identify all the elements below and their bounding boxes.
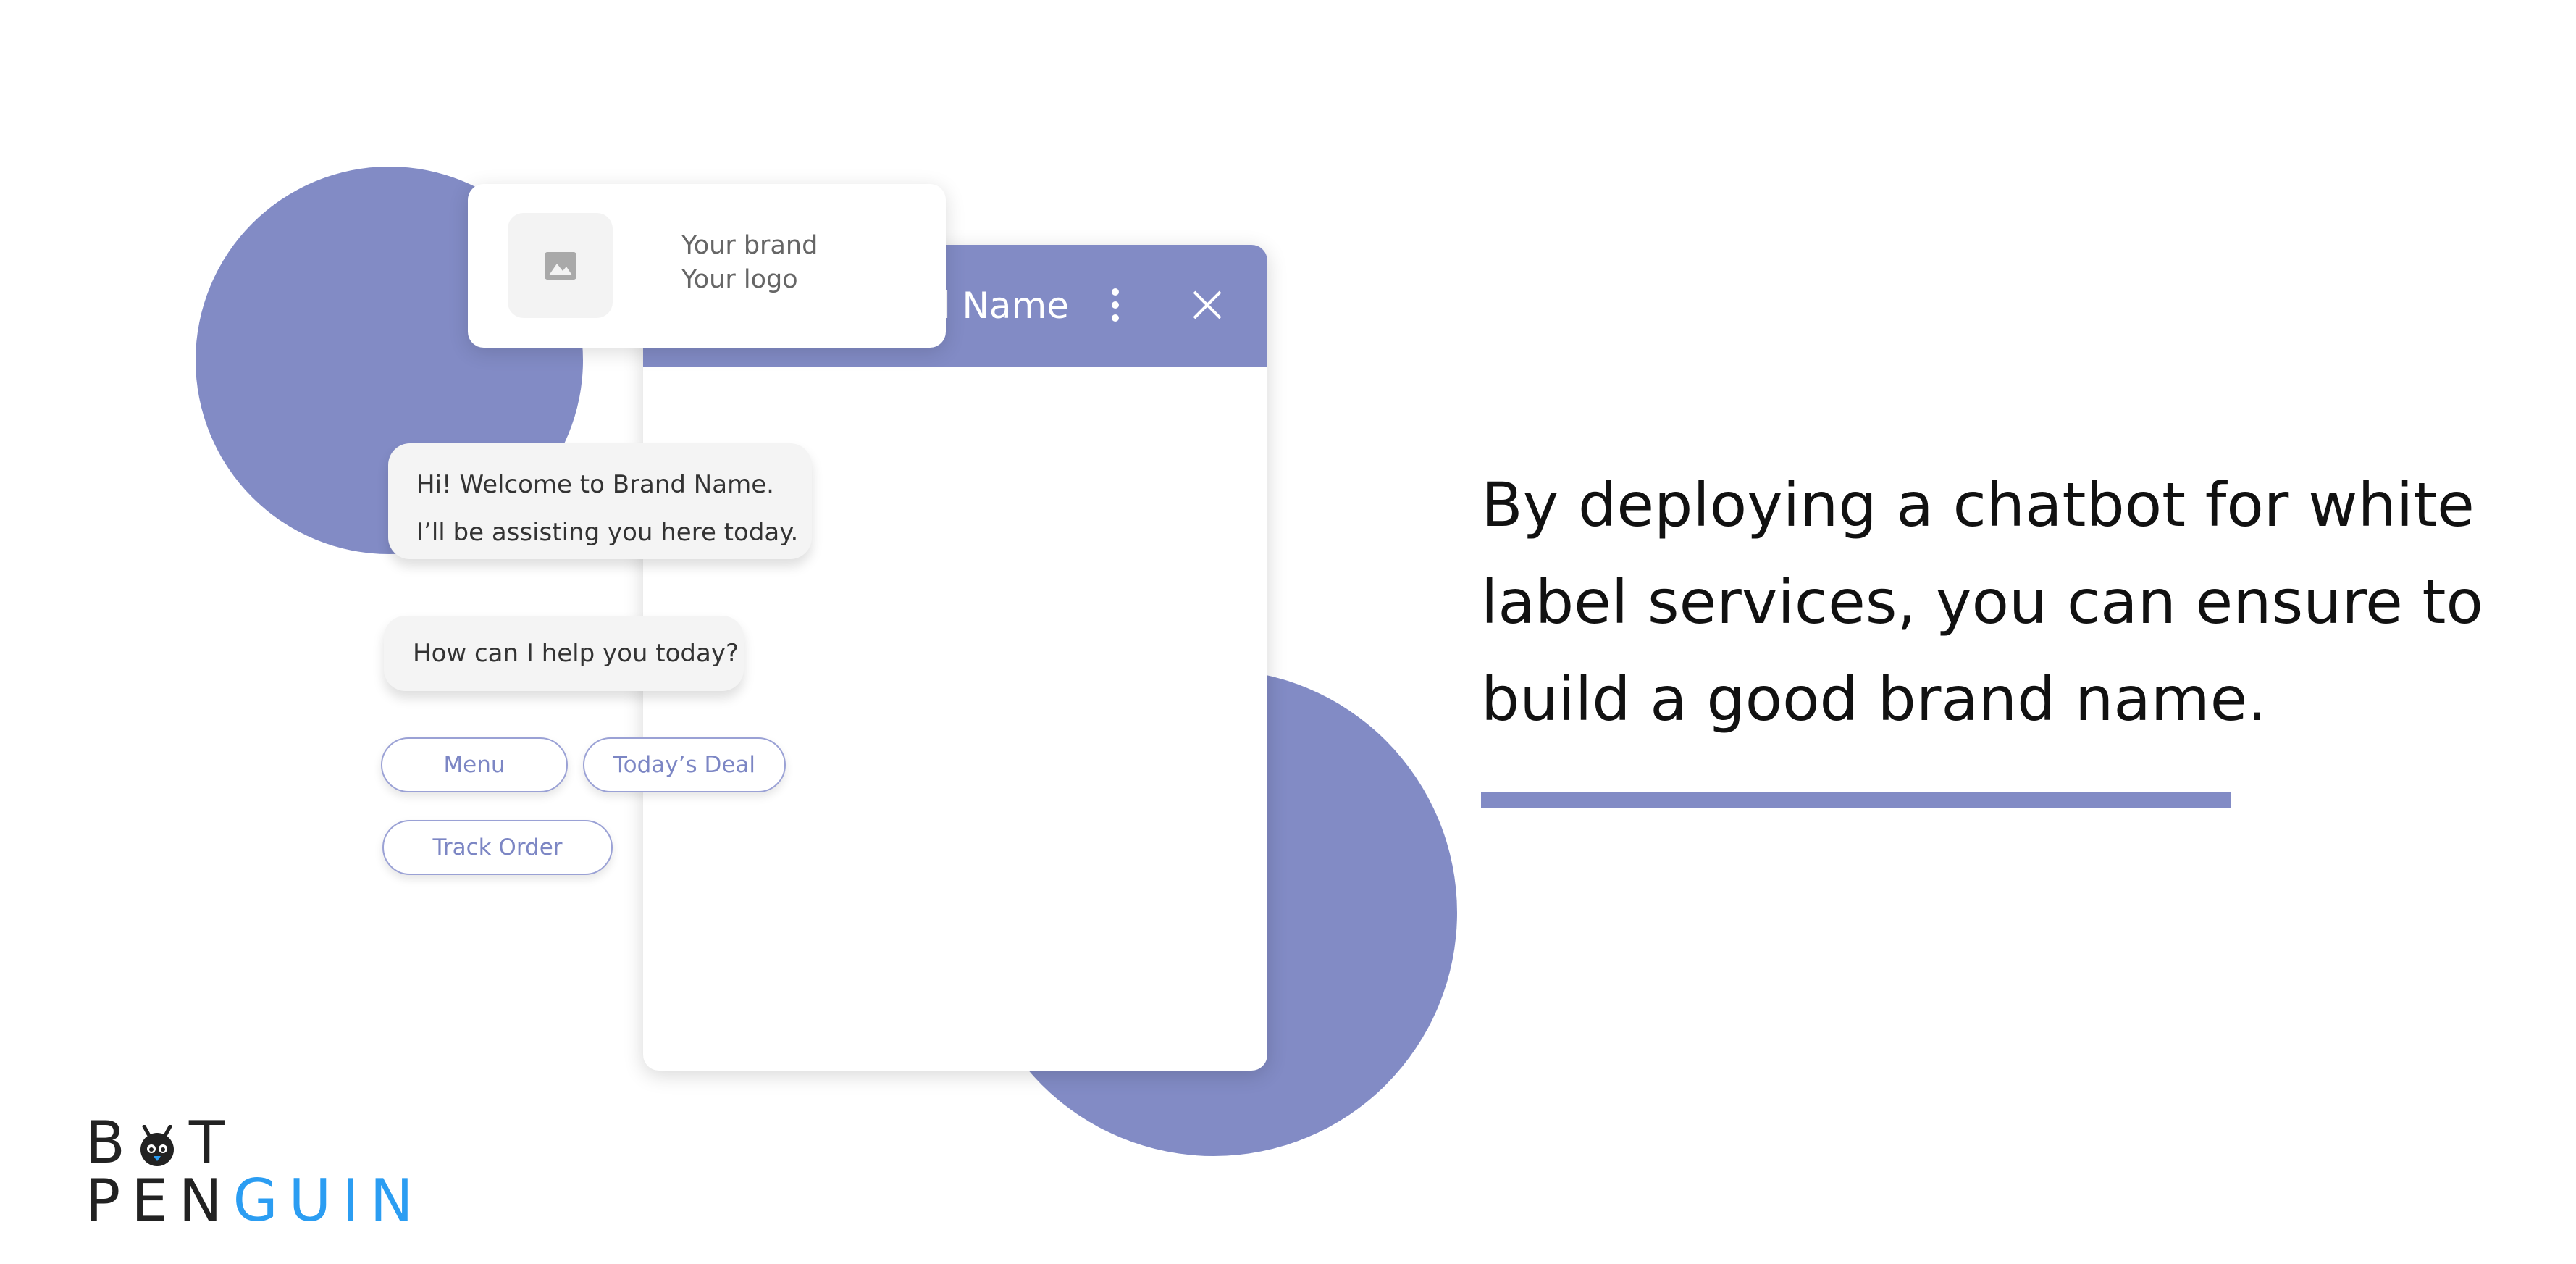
brand-line: Your brand bbox=[681, 231, 818, 260]
bot-message-welcome: Hi! Welcome to Brand Name. I’ll be assis… bbox=[388, 443, 812, 559]
message-line: I’ll be assisting you here today. bbox=[416, 518, 799, 547]
bot-message-help: How can I help you today? bbox=[384, 616, 744, 691]
headline-line-1: By deploying a chatbot for white bbox=[1481, 469, 2475, 540]
close-icon[interactable] bbox=[1192, 290, 1222, 320]
headline-line-3: build a good brand name. bbox=[1481, 664, 2267, 734]
logo-line: Your logo bbox=[681, 265, 798, 294]
logo-text-blue: GUIN bbox=[232, 1167, 424, 1234]
brand-placeholder-text: Your brand Your logo bbox=[681, 229, 818, 297]
botpenguin-logo: B T PENGUIN bbox=[85, 1110, 414, 1230]
image-icon bbox=[508, 213, 613, 318]
message-line: How can I help you today? bbox=[413, 639, 739, 668]
brand-card: Your brand Your logo bbox=[468, 184, 946, 348]
quick-reply-todays-deal[interactable]: Today’s Deal bbox=[583, 737, 786, 792]
accent-underline bbox=[1481, 792, 2231, 808]
logo-text-dark: PEN bbox=[85, 1167, 233, 1234]
headline: By deploying a chatbot for white label s… bbox=[1481, 456, 2509, 748]
kebab-icon[interactable] bbox=[1107, 288, 1124, 322]
quick-reply-track-order[interactable]: Track Order bbox=[382, 820, 613, 875]
quick-reply-menu[interactable]: Menu bbox=[381, 737, 568, 792]
headline-line-2: label services, you can ensure to bbox=[1481, 566, 2483, 637]
chat-title-text: Brand Name bbox=[924, 285, 1069, 327]
message-line: Hi! Welcome to Brand Name. bbox=[416, 470, 774, 499]
penguin-face-icon bbox=[136, 1120, 178, 1166]
chat-title: Brand Name bbox=[924, 278, 1069, 333]
